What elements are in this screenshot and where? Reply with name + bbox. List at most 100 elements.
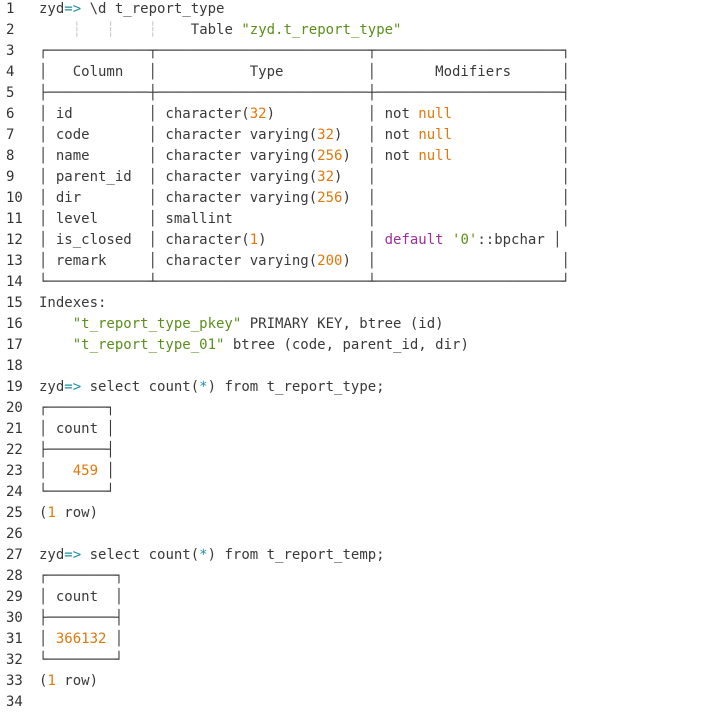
code-line[interactable]: 13 │ remark │ character varying(200) │ │ <box>0 251 711 272</box>
line-number: 34 <box>6 694 23 710</box>
code-token: ) │ not <box>334 127 419 143</box>
line-number: 9 <box>6 169 15 185</box>
line-number: 33 <box>6 673 23 689</box>
code-line[interactable]: 6 │ id │ character(32) │ not null │ <box>0 104 711 125</box>
code-token: │ id │ character( <box>39 106 250 122</box>
code-line[interactable]: 3 ┌────────────┬─────────────────────────… <box>0 41 711 62</box>
code-token: zyd <box>39 1 65 17</box>
code-token: ) │ <box>258 232 385 248</box>
code-token: default <box>384 232 444 248</box>
code-line[interactable]: 5 ├────────────┼─────────────────────────… <box>0 83 711 104</box>
code-line[interactable]: 10 │ dir │ character varying(256) │ │ <box>0 188 711 209</box>
code-line[interactable]: 29 │ count │ <box>0 587 711 608</box>
code-token: │ <box>39 463 73 479</box>
code-line[interactable]: 31 │ 366132 │ <box>0 629 711 650</box>
code-line[interactable]: 22 ├───────┤ <box>0 440 711 461</box>
code-line[interactable]: 21 │ count │ <box>0 419 711 440</box>
code-line[interactable]: 18 <box>0 356 711 377</box>
code-line[interactable]: 27 zyd=> select count(*) from t_report_te… <box>0 545 711 566</box>
line-content: Indexes: <box>39 293 106 314</box>
code-line[interactable]: 2 ┆ ┆ ┆ Table "zyd.t_report_type" <box>0 20 711 41</box>
line-number: 29 <box>6 589 23 605</box>
line-content: │ parent_id │ character varying(32) │ │ <box>39 167 570 188</box>
line-content: ┌────────┐ <box>39 566 123 587</box>
code-token: 32 <box>317 169 335 185</box>
code-token: │ Column │ Type │ Modifiers │ <box>39 64 571 80</box>
code-token: 1 <box>47 505 56 521</box>
code-line[interactable]: 1 zyd=> \d t_report_type <box>0 0 711 20</box>
code-line[interactable]: 33 (1 row) <box>0 671 711 692</box>
code-line[interactable]: 28 ┌────────┐ <box>0 566 711 587</box>
code-token: "t_report_type_pkey" <box>72 316 242 332</box>
code-token: ) │ │ <box>342 190 571 206</box>
code-token: │ count │ <box>39 589 124 605</box>
line-number: 7 <box>6 127 15 143</box>
code-token: │ is_closed │ character( <box>39 232 250 248</box>
line-content: └────────────┴─────────────────────────┴… <box>39 272 570 293</box>
code-token: PRIMARY KEY, btree (id) <box>241 316 444 332</box>
line-content: │ name │ character varying(256) │ not nu… <box>39 146 570 167</box>
code-token: 256 <box>317 190 343 206</box>
line-number: 24 <box>6 484 23 500</box>
code-token: 366132 <box>55 631 107 647</box>
code-line[interactable]: 15 Indexes: <box>0 293 711 314</box>
line-content: │ id │ character(32) │ not null │ <box>39 104 570 125</box>
code-line[interactable]: 12 │ is_closed │ character(1) │ default '… <box>0 230 711 251</box>
code-token: row) <box>55 505 99 521</box>
line-content: └───────┘ <box>39 482 115 503</box>
line-number: 30 <box>6 610 23 626</box>
line-content: │ code │ character varying(32) │ not nul… <box>39 125 570 146</box>
code-line[interactable]: 34 <box>0 692 711 713</box>
code-token: select count( <box>81 379 200 395</box>
line-number: 10 <box>6 190 23 206</box>
code-line[interactable]: 16 "t_report_type_pkey" PRIMARY KEY, btr… <box>0 314 711 335</box>
line-content: │ count │ <box>39 419 115 440</box>
line-content: zyd=> select count(*) from t_report_temp… <box>39 545 385 566</box>
code-token: ┆ <box>106 22 115 38</box>
code-line[interactable]: 26 <box>0 524 711 545</box>
line-number: 19 <box>6 379 23 395</box>
code-token: null <box>418 148 453 164</box>
code-line[interactable]: 11 │ level │ smallint │ │ <box>0 209 711 230</box>
code-line[interactable]: 19 zyd=> select count(*) from t_report_ty… <box>0 377 711 398</box>
code-token: '0' <box>452 232 478 248</box>
code-token: "zyd.t_report_type" <box>241 22 402 38</box>
code-token: select count( <box>81 547 200 563</box>
code-line[interactable]: 9 │ parent_id │ character varying(32) │ │ <box>0 167 711 188</box>
code-line[interactable]: 17 "t_report_type_01" btree (code, paren… <box>0 335 711 356</box>
line-content: │ Column │ Type │ Modifiers │ <box>39 62 570 83</box>
line-number: 27 <box>6 547 23 563</box>
code-token: 1 <box>249 232 259 248</box>
code-line[interactable]: 32 └────────┘ <box>0 650 711 671</box>
code-line[interactable]: 20 ┌───────┐ <box>0 398 711 419</box>
code-line[interactable]: 25 (1 row) <box>0 503 711 524</box>
line-number: 14 <box>6 274 23 290</box>
code-line[interactable]: 14 └────────────┴────────────────────────… <box>0 272 711 293</box>
code-token: ) │ │ <box>334 169 571 185</box>
line-content: (1 row) <box>39 671 98 692</box>
code-line[interactable]: 8 │ name │ character varying(256) │ not n… <box>0 146 711 167</box>
line-content: │ count │ <box>39 587 123 608</box>
code-line[interactable]: 24 └───────┘ <box>0 482 711 503</box>
code-line[interactable]: 30 ├────────┤ <box>0 608 711 629</box>
line-content: │ remark │ character varying(200) │ │ <box>39 251 570 272</box>
code-line[interactable]: 4 │ Column │ Type │ Modifiers │ <box>0 62 711 83</box>
code-line[interactable]: 23 │ 459 │ <box>0 461 711 482</box>
code-token: │ name │ character varying( <box>39 148 318 164</box>
code-token: row) <box>55 673 99 689</box>
code-token: null <box>418 106 453 122</box>
code-token: ) from t_report_type; <box>207 379 385 395</box>
code-token: ┌────────┐ <box>39 568 124 584</box>
code-token: ::bpchar │ <box>477 232 562 248</box>
line-number: 6 <box>6 106 15 122</box>
code-editor[interactable]: 1 zyd=> \d t_report_type 2 ┆ ┆ ┆ Table "zy… <box>0 0 711 712</box>
code-token: ├───────┤ <box>39 442 115 458</box>
code-line[interactable]: 7 │ code │ character varying(32) │ not nu… <box>0 125 711 146</box>
code-token: │ parent_id │ character varying( <box>39 169 318 185</box>
line-number: 12 <box>6 232 23 248</box>
